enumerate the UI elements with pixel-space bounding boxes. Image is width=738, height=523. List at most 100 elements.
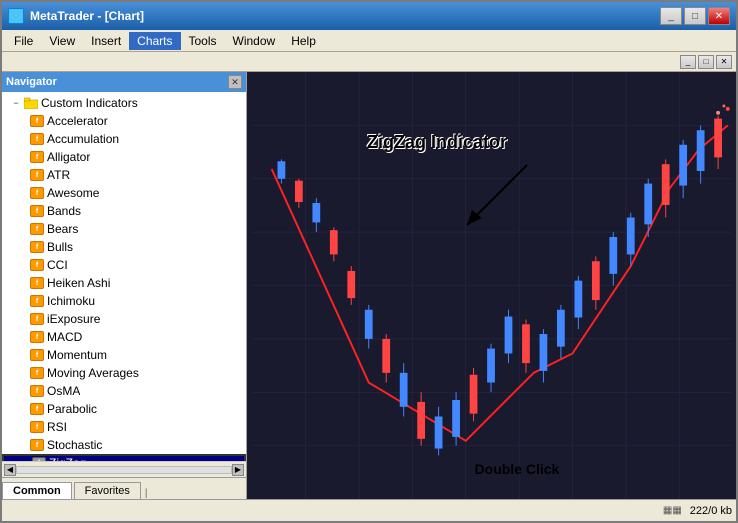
scroll-left-btn[interactable]: ◀ <box>4 464 16 476</box>
tree-item-bands[interactable]: f Bands <box>2 202 246 220</box>
item-label: Moving Averages <box>47 366 139 380</box>
indicator-icon: f <box>30 295 44 307</box>
expand-icon[interactable]: − <box>10 97 22 109</box>
scroll-thumb <box>16 466 232 474</box>
inner-close-button[interactable]: ✕ <box>716 55 732 69</box>
indicator-icon: f <box>30 313 44 325</box>
item-label: Momentum <box>47 348 107 362</box>
item-label: CCI <box>47 258 68 272</box>
indicator-icon: f <box>30 133 44 145</box>
tree-item-heiken[interactable]: f Heiken Ashi <box>2 274 246 292</box>
memory-usage: 222/0 kb <box>690 505 732 517</box>
folder-icon <box>24 97 38 109</box>
main-window: MetaTrader - [Chart] _ □ ✕ File View Ins… <box>0 0 738 523</box>
tree-item-alligator[interactable]: f Alligator <box>2 148 246 166</box>
tree-root-item[interactable]: − Custom Indicators <box>2 94 246 112</box>
title-text: MetaTrader - [Chart] <box>30 9 658 23</box>
tree-item-parabolic[interactable]: f Parabolic <box>2 400 246 418</box>
maximize-button[interactable]: □ <box>684 7 706 25</box>
indicator-icon: f <box>30 259 44 271</box>
indicator-icon: f <box>30 349 44 361</box>
indicator-icon: f <box>30 205 44 217</box>
tree-item-ichimoku[interactable]: f Ichimoku <box>2 292 246 310</box>
tree-item-rsi[interactable]: f RSI <box>2 418 246 436</box>
navigator-panel: Navigator ✕ − Custom Indicators f Accele… <box>2 72 247 499</box>
title-bar: MetaTrader - [Chart] _ □ ✕ <box>2 2 736 30</box>
inner-controls-bar: _ □ ✕ <box>2 52 736 72</box>
item-label: Ichimoku <box>47 294 95 308</box>
tree-item-bulls[interactable]: f Bulls <box>2 238 246 256</box>
item-label: Awesome <box>47 186 99 200</box>
menu-view[interactable]: View <box>41 32 83 50</box>
horizontal-scroll-area: ◀ ▶ <box>2 461 246 477</box>
item-label: Stochastic <box>47 438 102 452</box>
indicator-icon: f <box>30 151 44 163</box>
zigzag-annotation-label: ZigZag Indicator <box>367 132 507 153</box>
indicator-icon: f <box>30 187 44 199</box>
tree-item-momentum[interactable]: f Momentum <box>2 346 246 364</box>
indicator-icon: f <box>30 223 44 235</box>
tree-item-atr[interactable]: f ATR <box>2 166 246 184</box>
tree-item-bears[interactable]: f Bears <box>2 220 246 238</box>
tree-area[interactable]: − Custom Indicators f Accelerator f Accu… <box>2 92 246 461</box>
tree-item-iexposure[interactable]: f iExposure <box>2 310 246 328</box>
navigator-header: Navigator ✕ <box>2 72 246 92</box>
indicator-icon: f <box>30 385 44 397</box>
app-icon <box>8 8 24 24</box>
menu-bar: File View Insert Charts Tools Window Hel… <box>2 30 736 52</box>
item-label: Bands <box>47 204 81 218</box>
indicator-icon: f <box>30 403 44 415</box>
item-label: Bears <box>47 222 78 236</box>
item-label: Heiken Ashi <box>47 276 110 290</box>
menu-charts[interactable]: Charts <box>129 32 180 50</box>
indicator-icon: f <box>30 421 44 433</box>
item-label: MACD <box>47 330 82 344</box>
tree-item-osma[interactable]: f OsMA <box>2 382 246 400</box>
close-button[interactable]: ✕ <box>708 7 730 25</box>
minimize-button[interactable]: _ <box>660 7 682 25</box>
indicator-icon: f <box>30 169 44 181</box>
navigator-close-button[interactable]: ✕ <box>228 75 242 89</box>
indicator-icon: f <box>30 241 44 253</box>
indicator-icon: f <box>30 115 44 127</box>
inner-maximize-button[interactable]: □ <box>698 55 714 69</box>
item-label: Bulls <box>47 240 73 254</box>
tree-item-macd[interactable]: f MACD <box>2 328 246 346</box>
navigator-title: Navigator <box>6 76 228 88</box>
tree-item-cci[interactable]: f CCI <box>2 256 246 274</box>
menu-tools[interactable]: Tools <box>181 32 225 50</box>
tree-item-moving-averages[interactable]: f Moving Averages <box>2 364 246 382</box>
indicator-icon: f <box>30 439 44 451</box>
inner-minimize-button[interactable]: _ <box>680 55 696 69</box>
root-label: Custom Indicators <box>41 96 138 110</box>
item-label: Parabolic <box>47 402 97 416</box>
item-label: Accelerator <box>47 114 108 128</box>
tree-item-awesome[interactable]: f Awesome <box>2 184 246 202</box>
menu-file[interactable]: File <box>6 32 41 50</box>
item-label: OsMA <box>47 384 80 398</box>
tab-common[interactable]: Common <box>2 482 72 499</box>
main-content: Navigator ✕ − Custom Indicators f Accele… <box>2 72 736 499</box>
grid-status-icon: ▦▦ <box>663 505 682 516</box>
navigator-tabs: Common Favorites | <box>2 477 246 499</box>
menu-insert[interactable]: Insert <box>83 32 129 50</box>
tree-item-accumulation[interactable]: f Accumulation <box>2 130 246 148</box>
tree-item-accelerator[interactable]: f Accelerator <box>2 112 246 130</box>
tree-item-zigzag[interactable]: f ZigZag <box>2 454 246 461</box>
item-label: ATR <box>47 168 70 182</box>
status-bar: ▦▦ 222/0 kb <box>2 499 736 521</box>
annotation-arrow <box>447 160 567 240</box>
item-label: RSI <box>47 420 67 434</box>
double-click-label: Double Click <box>475 461 560 477</box>
tree-item-stochastic[interactable]: f Stochastic <box>2 436 246 454</box>
item-label: iExposure <box>47 312 100 326</box>
chart-area[interactable]: ZigZag Indicator Double Click <box>247 72 736 499</box>
indicator-icon: f <box>30 277 44 289</box>
tab-favorites[interactable]: Favorites <box>74 482 141 499</box>
item-label: Alligator <box>47 150 90 164</box>
indicator-icon: f <box>30 331 44 343</box>
scroll-right-btn[interactable]: ▶ <box>232 464 244 476</box>
status-right: ▦▦ 222/0 kb <box>663 505 732 517</box>
menu-help[interactable]: Help <box>283 32 324 50</box>
menu-window[interactable]: Window <box>225 32 284 50</box>
